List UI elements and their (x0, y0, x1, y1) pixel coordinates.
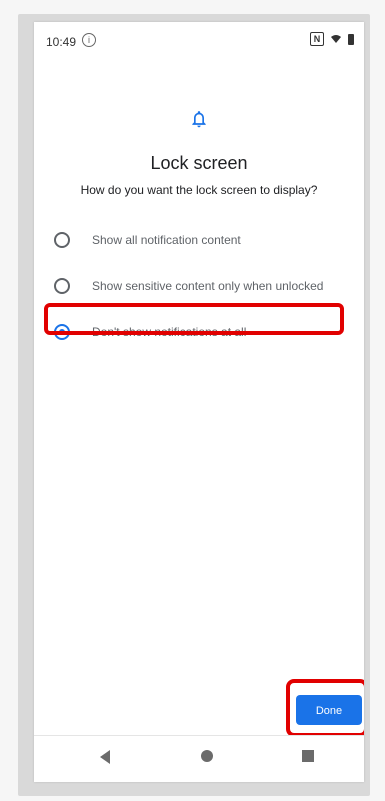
radio-button[interactable] (54, 278, 70, 294)
page-title: Lock screen (150, 153, 248, 173)
recent-apps-icon[interactable] (302, 750, 314, 762)
phone-screen: 10:49 i N Lock screen How do you want th… (34, 22, 364, 782)
option-label: Show all notification content (92, 233, 241, 247)
option-label: Show sensitive content only when unlocke… (92, 279, 324, 293)
radio-button[interactable] (54, 232, 70, 248)
status-icons: N (310, 32, 354, 46)
status-bar: 10:49 i N (34, 22, 364, 62)
navigation-bar (34, 735, 364, 782)
home-icon[interactable] (201, 750, 213, 762)
page-subtitle: How do you want the lock screen to displ… (80, 183, 318, 197)
done-button[interactable]: Done (296, 695, 362, 725)
bell-icon (192, 111, 206, 128)
lockscreen-options: Show all notification content Show sensi… (34, 217, 364, 355)
lockscreen-header: Lock screen How do you want the lock scr… (34, 108, 364, 197)
selected-option-highlight (44, 303, 344, 335)
status-time: 10:49 (46, 35, 77, 49)
option-show-all[interactable]: Show all notification content (34, 217, 364, 263)
back-icon[interactable] (100, 750, 110, 764)
info-icon: i (82, 33, 96, 47)
nfc-icon: N (310, 32, 324, 46)
battery-icon (348, 33, 354, 45)
wifi-icon (331, 35, 341, 43)
